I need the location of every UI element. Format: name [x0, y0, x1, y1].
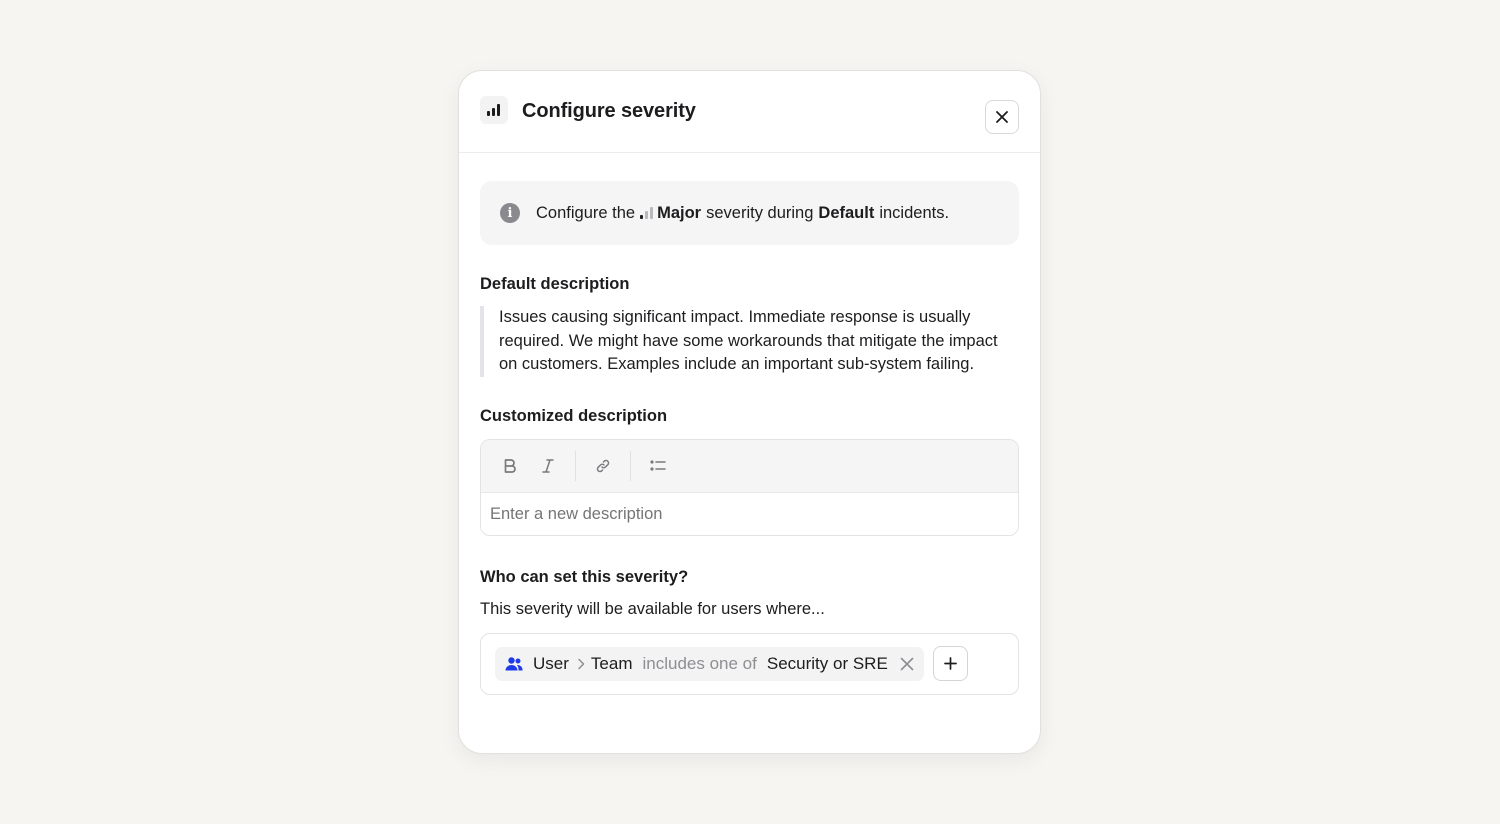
italic-icon [542, 458, 554, 473]
incident-type: Default [818, 203, 875, 222]
toolbar-divider [630, 450, 631, 481]
default-description-label: Default description [480, 275, 630, 293]
plus-icon [943, 657, 957, 670]
condition-subject: User [533, 653, 569, 673]
bulleted-list-icon [650, 459, 666, 471]
info-text: Configure the Major severity during Defa… [536, 204, 949, 223]
chevron-right-icon [577, 658, 585, 670]
modal-title: Configure severity [522, 100, 696, 122]
link-button[interactable] [590, 453, 616, 479]
bulleted-list-button[interactable] [645, 453, 671, 479]
modal-body: i Configure the Major severity during De… [459, 153, 1040, 695]
bold-icon [504, 458, 516, 473]
toolbar-divider [575, 450, 576, 481]
configure-severity-modal: Configure severity i Configure the Major [458, 70, 1041, 754]
remove-condition-button[interactable] [900, 657, 914, 671]
add-condition-button[interactable] [932, 646, 968, 681]
close-button[interactable] [985, 100, 1019, 134]
editor-toolbar [481, 439, 1018, 493]
close-icon [996, 111, 1008, 123]
modal-header: Configure severity [459, 71, 1040, 153]
who-can-set-label: Who can set this severity? [480, 567, 689, 586]
info-callout: i Configure the Major severity during De… [480, 181, 1019, 245]
condition-builder: User Team includes one of Security or SR… [480, 632, 1019, 695]
severity-name: Major [657, 203, 702, 222]
bold-button[interactable] [497, 453, 523, 479]
severity-bars-icon [480, 95, 508, 124]
link-icon [596, 459, 610, 472]
description-editor [480, 438, 1019, 536]
close-icon [900, 657, 914, 670]
condition-value: Security or SRE [766, 653, 888, 673]
condition-chip[interactable]: User Team includes one of Security or SR… [495, 646, 924, 681]
severity-bars-icon [640, 207, 654, 219]
condition-operator: includes one of [642, 653, 757, 673]
info-prefix: Configure the [536, 203, 636, 222]
condition-attribute: Team [590, 653, 633, 673]
default-description-text: Issues causing significant impact. Immed… [480, 306, 1019, 377]
info-icon: i [500, 203, 520, 223]
customized-description-label: Customized description [480, 406, 668, 425]
users-icon [505, 656, 523, 672]
description-input[interactable] [481, 492, 1018, 535]
info-middle: severity during [706, 203, 814, 222]
who-can-set-subtitle: This severity will be available for user… [480, 599, 825, 618]
italic-button[interactable] [535, 453, 561, 479]
info-suffix: incidents. [879, 203, 950, 222]
